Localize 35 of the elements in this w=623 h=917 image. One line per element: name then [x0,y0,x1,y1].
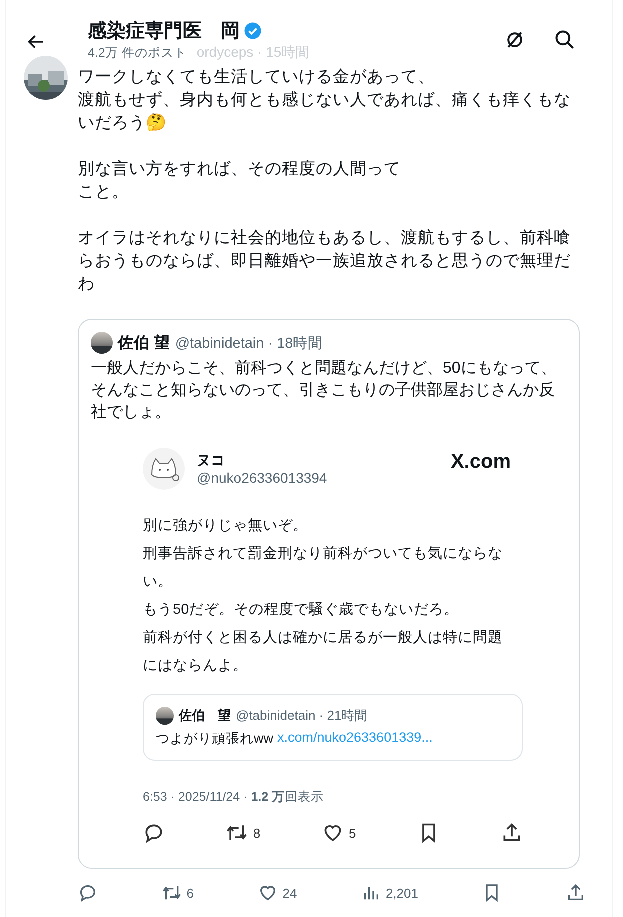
heart-icon[interactable] [258,883,278,903]
post-text-line: 別な言い方をすれば、その程度の人間って [78,159,402,180]
profile-name: 感染症専門医 岡 [88,20,240,44]
post-timestamp: 6:53 · 2025/11/24 · 1.2 万回表示 [143,789,326,806]
post-text-line: こと。 [78,182,130,203]
post-text-line: 渡航もせず、身内も何とも感じない人であれば、痛くも痒くもないだろう🤔 [78,90,572,134]
post-text-line: オイラはそれなりに社会的地位もあるし、渡航もするし、前科喰らおうものならば、即日離婚や一族追放されると思うので無理だわ [78,228,572,295]
screenshot-author-name: ヌコ [197,452,226,470]
cat-avatar-icon [143,448,185,490]
screenshot-text: 刑事告訴されて罰金刑なり前科がついても気にならない。 [143,545,504,592]
action-count: 6 [186,886,194,900]
faded-post-meta: ordyceps · 15時間 [196,44,310,62]
screenshot-text: 別に強がりじゃ無いぞ。 [143,517,309,536]
action-count: 24 [282,886,298,900]
screenshot-text: もう50だぞ。その程度で騒ぐ歳でもないだろ。 [143,600,460,620]
screenshot-text: 前科が付くと困る人は確かに居るが一般人は特に問題にはならんよ。 [143,629,504,676]
action-count: 5 [348,826,356,840]
inner-author-handle: @tabinidetain · 21時間 [236,707,368,725]
quoted-author-name: 佐伯 望 [118,334,170,354]
reply-icon[interactable] [78,883,98,903]
action-count: 2,201 [386,886,418,900]
quoted-post-card[interactable] [78,319,580,869]
site-logo-text: X.com [450,450,511,474]
screenshot-author-handle: @nuko26336013394 [197,470,328,486]
quoted-author-handle: @tabinidetain · 18時間 [175,334,324,352]
inner-author-name: 佐伯 望 [179,707,231,725]
post-count: 4.2万 件のポスト [88,45,187,62]
action-count: 8 [253,826,261,840]
search-icon[interactable] [554,29,576,51]
inner-quote-text: つよがり頑張れww [156,730,274,748]
reply-icon[interactable] [143,822,165,844]
link[interactable]: x.com/nuko2633601339... [278,730,433,748]
share-icon[interactable] [566,883,586,903]
post-text-line: ワークしなくても生活していける金があって、 [78,67,436,88]
quoted-post-text: 一般人だからこそ、前科つくと問題なんだけど、50にもなって、そんなこと知らないのって、引きこもりの子供部屋おじさんか反社でしょ。 [91,359,558,423]
